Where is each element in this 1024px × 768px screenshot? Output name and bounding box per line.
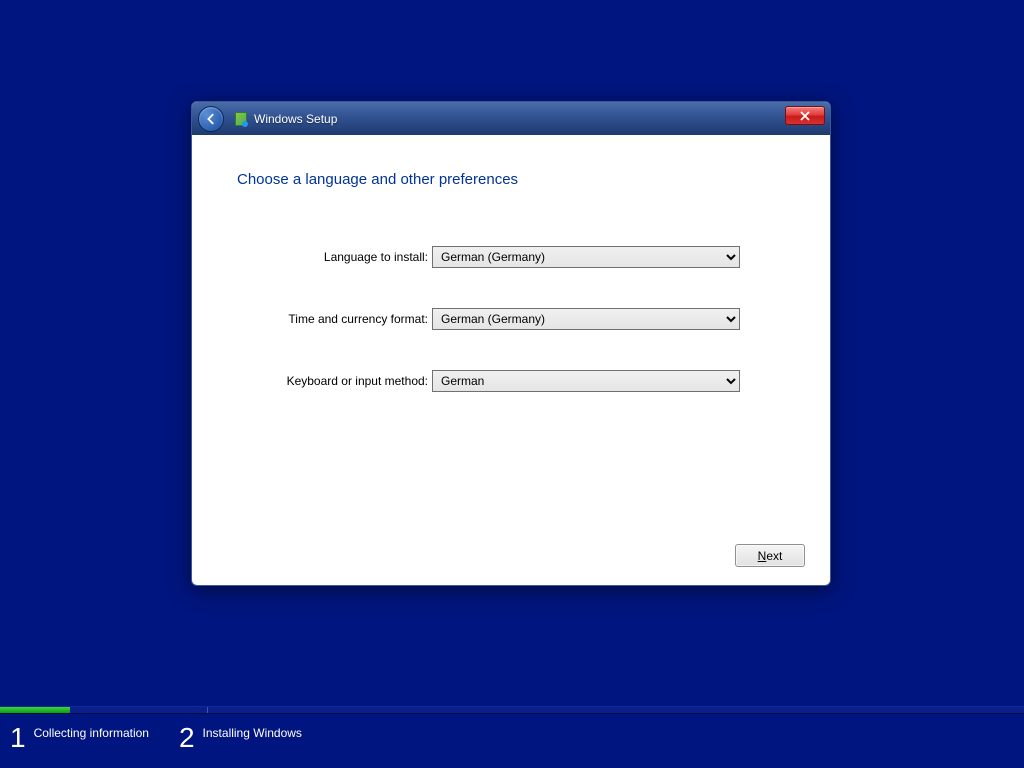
page-heading: Choose a language and other preferences [237,171,785,188]
step-2-number: 2 [179,724,195,752]
close-icon [800,111,810,121]
next-button[interactable]: Next [735,544,805,567]
keyboard-label: Keyboard or input method: [237,374,432,388]
back-button[interactable] [198,106,224,132]
setup-window: Windows Setup Choose a language and othe… [191,101,831,586]
time-row: Time and currency format: German (German… [237,308,785,330]
progress-bar [0,706,1024,714]
language-label: Language to install: [237,250,432,264]
progress-fill [0,707,70,713]
step-2: 2 Installing Windows [179,724,302,752]
step-1: 1 Collecting information [10,724,149,752]
keyboard-select[interactable]: German [432,370,740,392]
language-select[interactable]: German (Germany) [432,246,740,268]
close-button[interactable] [785,106,825,125]
window-title: Windows Setup [254,112,337,126]
time-label: Time and currency format: [237,312,432,326]
footer: 1 Collecting information 2 Installing Wi… [0,706,1024,768]
titlebar[interactable]: Windows Setup [192,102,830,135]
step-1-label: Collecting information [34,724,149,740]
content-area: Choose a language and other preferences … [192,135,830,585]
progress-divider [207,707,208,713]
setup-icon [232,111,248,127]
step-2-label: Installing Windows [203,724,302,740]
keyboard-row: Keyboard or input method: German [237,370,785,392]
back-arrow-icon [204,112,218,126]
steps: 1 Collecting information 2 Installing Wi… [0,714,1024,752]
language-row: Language to install: German (Germany) [237,246,785,268]
time-select[interactable]: German (Germany) [432,308,740,330]
step-1-number: 1 [10,724,26,752]
